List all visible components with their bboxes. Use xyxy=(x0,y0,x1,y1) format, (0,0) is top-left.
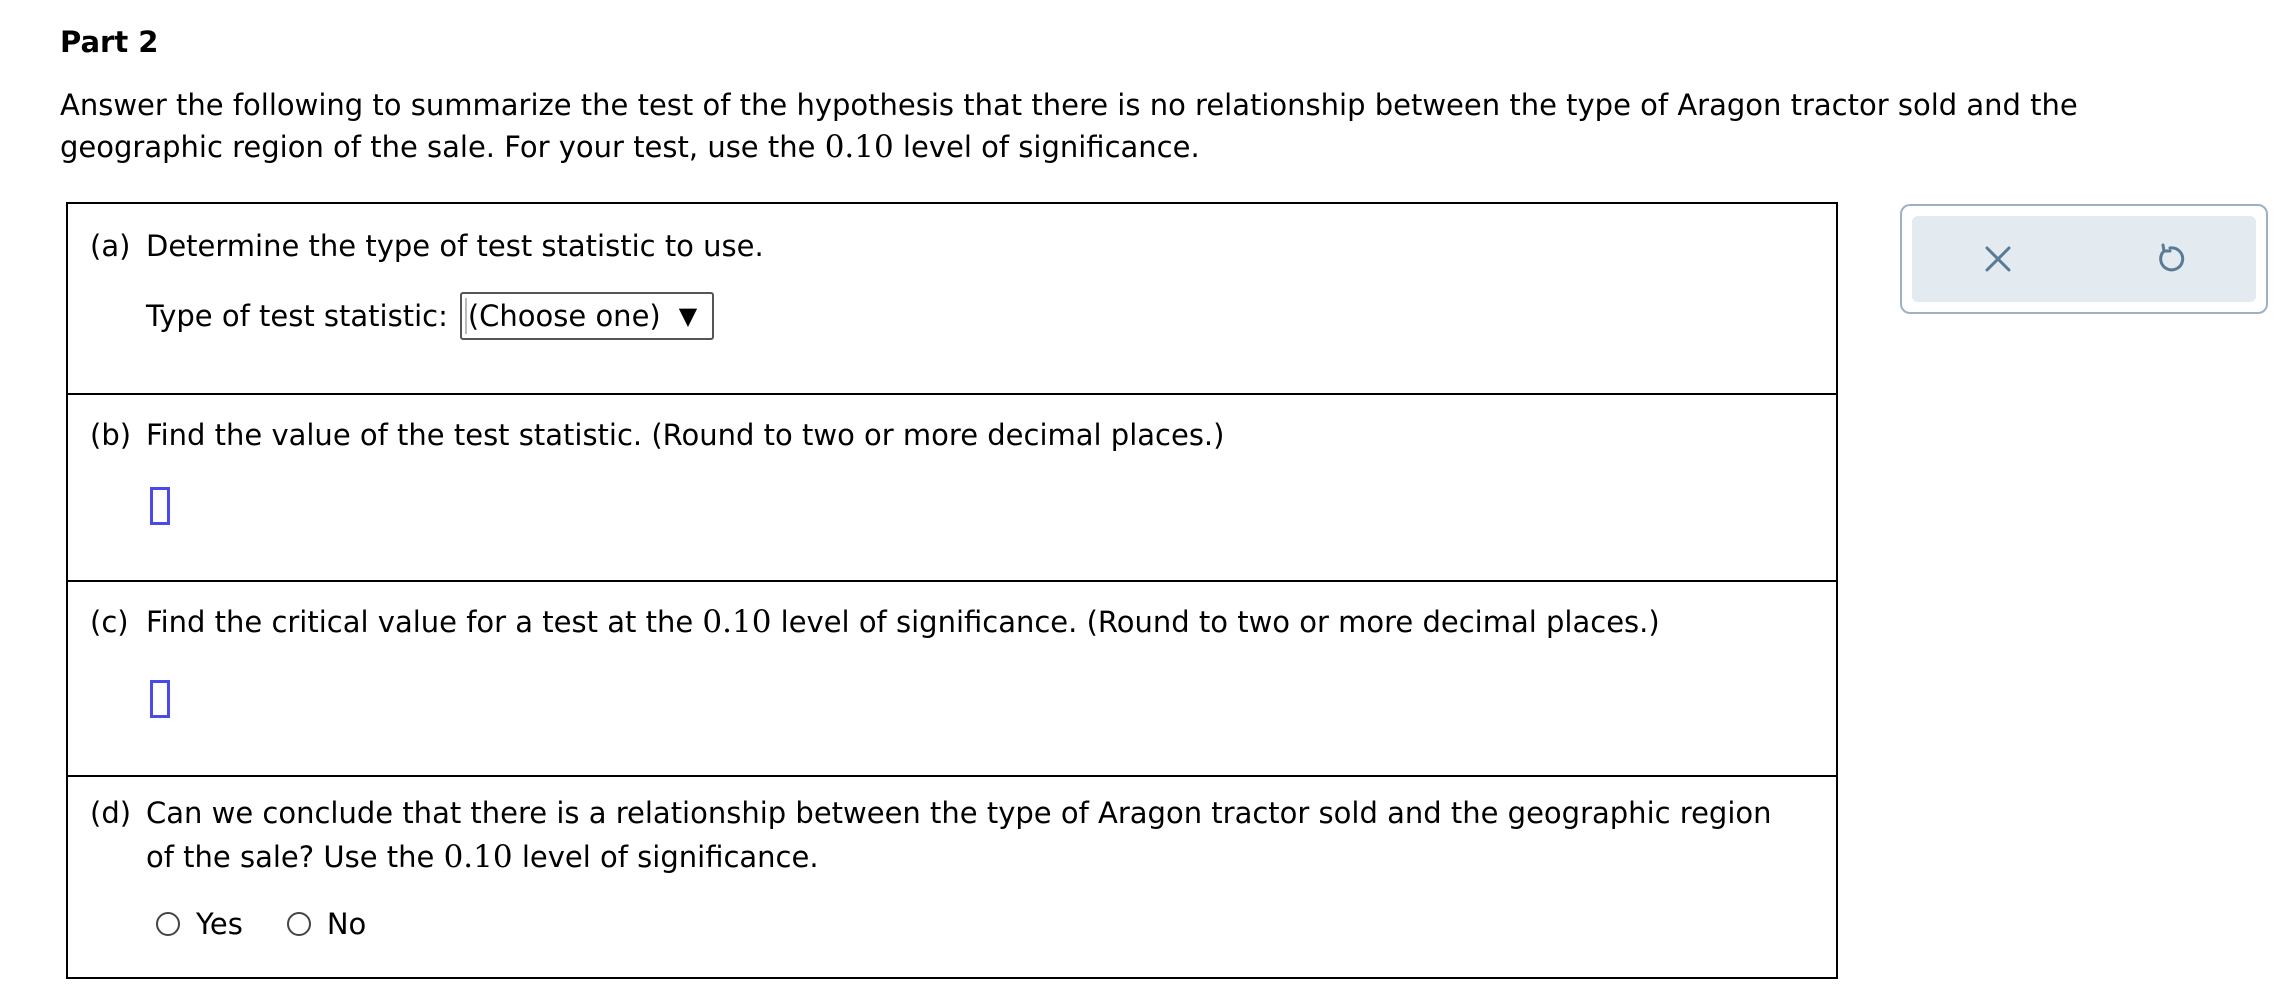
intro-text-end: level of significance. xyxy=(893,130,1200,164)
question-b-row: (b) Find the value of the test statistic… xyxy=(68,395,1836,582)
test-statistic-select-value: (Choose one) xyxy=(467,299,661,333)
question-table: (a) Determine the type of test statistic… xyxy=(66,202,1838,979)
intro-text: Answer the following to summarize the te… xyxy=(60,84,2240,168)
question-c-text-start: Find the critical value for a test at th… xyxy=(146,605,703,639)
question-d-text-end: level of significance. xyxy=(512,840,819,874)
reset-button[interactable] xyxy=(2140,229,2200,289)
test-statistic-label: Type of test statistic: xyxy=(146,299,448,333)
question-c-row: (c) Find the critical value for a test a… xyxy=(68,582,1836,777)
radio-no-label: No xyxy=(326,907,367,941)
test-statistic-answer-input[interactable] xyxy=(150,487,170,525)
question-b: (b) Find the value of the test statistic… xyxy=(90,413,1806,457)
answer-toolbar-inner xyxy=(1912,216,2256,302)
question-c-alpha: 0.10 xyxy=(702,604,772,640)
question-d-text-start: Can we conclude that there is a relation… xyxy=(146,796,1772,874)
question-d-label: (d) xyxy=(90,796,132,830)
question-d-text: Can we conclude that there is a relation… xyxy=(146,791,1806,879)
question-d: (d) Can we conclude that there is a rela… xyxy=(90,791,1806,879)
undo-icon xyxy=(2159,243,2185,272)
answer-toolbar xyxy=(1900,204,2268,314)
radio-yes-circle[interactable] xyxy=(156,912,180,936)
question-d-row: (d) Can we conclude that there is a rela… xyxy=(68,777,1836,977)
part-title: Part 2 xyxy=(60,25,159,59)
clear-button[interactable] xyxy=(1968,229,2028,289)
radio-no-circle[interactable] xyxy=(286,912,311,936)
question-b-label: (b) xyxy=(90,418,132,452)
conclusion-radio-group: Yes No xyxy=(156,907,410,941)
question-c-text: Find the critical value for a test at th… xyxy=(146,600,1806,644)
radio-yes-label: Yes xyxy=(196,907,243,941)
question-d-alpha: 0.10 xyxy=(443,839,513,875)
test-statistic-line: Type of test statistic: (Choose one) ▼ xyxy=(146,292,714,340)
test-statistic-select[interactable]: (Choose one) ▼ xyxy=(459,292,714,340)
close-icon xyxy=(1985,246,2011,272)
question-c-label: (c) xyxy=(90,605,129,639)
question-c-text-end: level of significance. (Round to two or … xyxy=(771,605,1660,639)
radio-no[interactable]: No xyxy=(286,907,367,941)
question-c: (c) Find the critical value for a test a… xyxy=(90,600,1806,644)
question-b-text: Find the value of the test statistic. (R… xyxy=(146,418,1225,452)
question-a-row: (a) Determine the type of test statistic… xyxy=(68,204,1836,395)
intro-alpha: 0.10 xyxy=(824,129,894,165)
critical-value-answer-input[interactable] xyxy=(150,680,170,718)
dropdown-arrow-icon: ▼ xyxy=(678,302,698,330)
question-a-text: Determine the type of test statistic to … xyxy=(146,229,764,263)
question-a-label: (a) xyxy=(90,229,131,263)
radio-yes[interactable]: Yes xyxy=(156,907,243,941)
question-a: (a) Determine the type of test statistic… xyxy=(90,224,1806,268)
